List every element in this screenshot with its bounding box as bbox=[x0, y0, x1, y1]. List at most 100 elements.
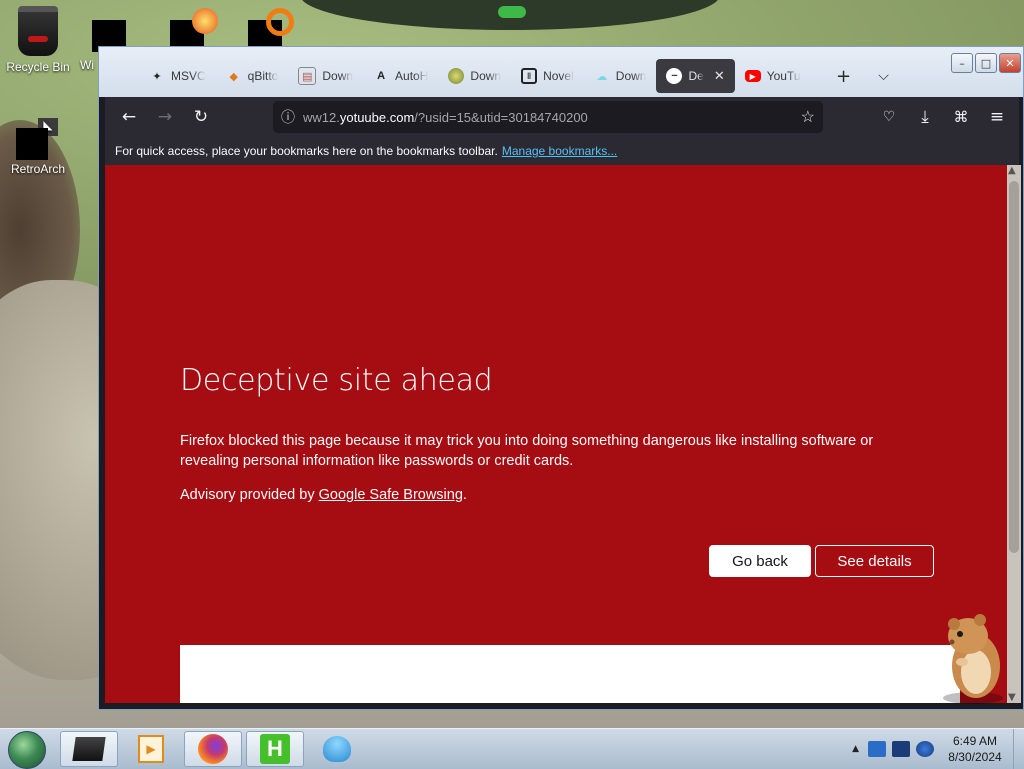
msvc-icon: ✦ bbox=[152, 70, 162, 83]
reload-icon: ↻ bbox=[193, 107, 209, 127]
show-hidden-icons-button[interactable]: ▲ bbox=[852, 744, 859, 754]
tab-label: Down bbox=[470, 69, 502, 83]
media-player-icon[interactable] bbox=[192, 8, 218, 34]
hamburger-menu-icon: ≡ bbox=[989, 107, 1005, 127]
qbittorrent-icon: ◆ bbox=[229, 70, 238, 83]
hamster-desktop-pet[interactable] bbox=[940, 606, 1006, 704]
list-all-tabs-button[interactable]: ⌵ bbox=[869, 59, 899, 93]
plus-icon: + bbox=[835, 65, 852, 87]
advisory-prefix: Advisory provided by bbox=[180, 487, 319, 503]
desktop-icon-label: RetroArch bbox=[10, 162, 66, 176]
see-details-button[interactable]: See details bbox=[815, 545, 934, 577]
wallpaper-green-mark bbox=[498, 6, 526, 18]
seashell-icon bbox=[323, 736, 351, 762]
warning-description: Firefox blocked this page because it may… bbox=[180, 433, 874, 469]
network-icon[interactable] bbox=[868, 741, 886, 757]
h-app-icon: H bbox=[260, 734, 290, 764]
black-cube-icon bbox=[72, 737, 106, 761]
advisory-text: Advisory provided by Google Safe Browsin… bbox=[180, 487, 467, 503]
window-controls: – □ ✕ bbox=[951, 53, 1021, 73]
advisory-suffix: . bbox=[462, 487, 467, 503]
start-button[interactable] bbox=[8, 731, 46, 769]
back-button[interactable]: ← bbox=[111, 101, 147, 133]
show-desktop-button[interactable] bbox=[1013, 729, 1024, 769]
tab-deceptive-site[interactable]: − De ✕ bbox=[656, 59, 735, 93]
site-info-icon[interactable]: ⓘ bbox=[273, 107, 303, 127]
taskbar-clock[interactable]: 6:49 AM 8/30/2024 bbox=[937, 733, 1013, 765]
taskbar-app-media[interactable]: ▶ bbox=[122, 731, 180, 767]
system-tray: ▲ 6:49 AM 8/30/2024 bbox=[852, 729, 1024, 769]
tab-label: Down bbox=[615, 69, 647, 83]
chevron-down-icon: ⌵ bbox=[878, 68, 889, 84]
tab-label: Novel bbox=[543, 69, 574, 83]
volume-icon[interactable] bbox=[916, 741, 934, 757]
close-window-button[interactable]: ✕ bbox=[999, 53, 1021, 73]
tab-download-1[interactable]: ▤ Down bbox=[288, 59, 363, 93]
url-host: yotuube.com bbox=[339, 109, 415, 125]
tab-novel[interactable]: Ⅱ Novel bbox=[511, 59, 584, 93]
cloud-icon: ☁ bbox=[596, 70, 608, 83]
google-safe-browsing-link[interactable]: Google Safe Browsing bbox=[319, 487, 463, 503]
extensions-button[interactable]: ⌘ bbox=[943, 101, 979, 133]
desktop-icon-recycle-bin[interactable]: Recycle Bin bbox=[0, 6, 76, 74]
clock-time: 6:49 AM bbox=[952, 734, 998, 748]
app-menu-button[interactable]: ≡ bbox=[979, 101, 1015, 133]
downloads-button[interactable]: ⤓ bbox=[907, 101, 943, 133]
scrollbar-thumb[interactable] bbox=[1009, 181, 1019, 553]
tab-label: YouTu bbox=[766, 69, 801, 83]
tab-label: De bbox=[688, 69, 704, 83]
desktop-icon-label: Wi bbox=[80, 58, 94, 72]
close-tab-icon[interactable]: ✕ bbox=[714, 68, 725, 84]
page-scrollbar[interactable]: ▲ ▼ bbox=[1007, 165, 1021, 703]
bookmarks-toolbar-message: For quick access, place your bookmarks h… bbox=[115, 144, 498, 158]
desktop-icon-retroarch[interactable]: ◣ RetroArch bbox=[0, 118, 76, 176]
download-site-icon bbox=[448, 68, 465, 84]
media-player-icon: ▶ bbox=[138, 735, 164, 763]
arrow-left-icon: ← bbox=[121, 107, 137, 127]
youtube-icon: ▶ bbox=[744, 70, 761, 82]
monitor-icon[interactable] bbox=[892, 741, 910, 757]
deceptive-site-warning-page: Deceptive site ahead Firefox blocked thi… bbox=[105, 165, 1007, 703]
firefox-window: – □ ✕ ✦ MSVC ◆ qBitto ▤ Down A AutoH Dow… bbox=[98, 46, 1024, 710]
taskbar-app-shell[interactable] bbox=[308, 731, 366, 767]
navigation-toolbar: ← → ↻ ⓘ ww12. yotuube.com/?usid=15&utid=3… bbox=[105, 97, 1019, 137]
details-panel bbox=[180, 645, 960, 703]
app-ring-icon[interactable] bbox=[266, 8, 294, 36]
minimize-button[interactable]: – bbox=[951, 53, 973, 73]
bookmark-star-icon[interactable]: ☆ bbox=[801, 107, 815, 127]
tab-msvc[interactable]: ✦ MSVC bbox=[139, 59, 216, 93]
document-icon: ▤ bbox=[298, 67, 317, 85]
forward-button[interactable]: → bbox=[147, 101, 183, 133]
scroll-up-icon[interactable]: ▲ bbox=[1008, 165, 1016, 176]
desktop-icon-label: Recycle Bin bbox=[6, 60, 70, 74]
tab-youtube[interactable]: ▶ YouTu bbox=[735, 59, 811, 93]
reload-button[interactable]: ↻ bbox=[183, 101, 219, 133]
taskbar-app-hex-editor[interactable]: H bbox=[246, 731, 304, 767]
url-prefix: ww12. bbox=[303, 109, 340, 125]
tab-label: AutoH bbox=[395, 69, 429, 83]
taskbar-app-terminal[interactable] bbox=[60, 731, 118, 767]
url-bar[interactable]: ⓘ ww12. yotuube.com/?usid=15&utid=3018474… bbox=[273, 101, 823, 133]
toolbar-right-buttons: ♡ ⤓ ⌘ ≡ bbox=[871, 101, 1015, 133]
tab-download-3[interactable]: ☁ Down bbox=[584, 59, 657, 93]
retroarch-icon: ◣ bbox=[16, 118, 60, 160]
tab-autohotkey[interactable]: A AutoH bbox=[363, 59, 438, 93]
manage-bookmarks-link[interactable]: Manage bookmarks... bbox=[502, 144, 617, 158]
blocked-icon: − bbox=[666, 68, 683, 84]
puzzle-icon: ⌘ bbox=[953, 108, 969, 126]
download-icon: ⤓ bbox=[921, 107, 929, 127]
tab-qbittorrent[interactable]: ◆ qBitto bbox=[216, 59, 289, 93]
bookmarks-toolbar: For quick access, place your bookmarks h… bbox=[105, 137, 1019, 165]
museum-icon: Ⅱ bbox=[521, 68, 538, 84]
page-title: Deceptive site ahead bbox=[180, 363, 493, 398]
new-tab-button[interactable]: + bbox=[829, 59, 859, 93]
go-back-button[interactable]: Go back bbox=[709, 545, 811, 577]
tab-label: Down bbox=[322, 69, 354, 83]
tab-strip: ✦ MSVC ◆ qBitto ▤ Down A AutoH Down Ⅱ No… bbox=[139, 59, 899, 93]
taskbar: ▶ H ▲ 6:49 AM 8/30/2024 bbox=[0, 728, 1024, 769]
taskbar-app-firefox[interactable] bbox=[184, 731, 242, 767]
pocket-button[interactable]: ♡ bbox=[871, 101, 907, 133]
scroll-down-icon[interactable]: ▼ bbox=[1008, 692, 1016, 703]
maximize-button[interactable]: □ bbox=[975, 53, 997, 73]
tab-download-2[interactable]: Down bbox=[438, 59, 511, 93]
